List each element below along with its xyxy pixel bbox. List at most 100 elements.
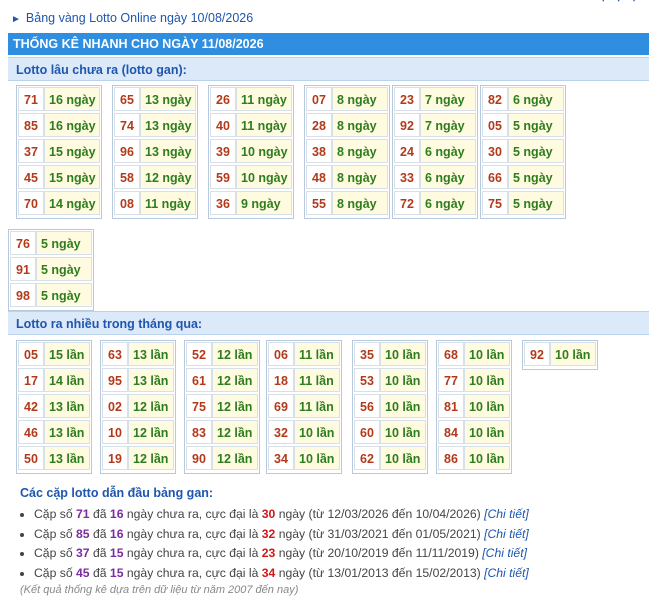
nhieu-number: 02 [102,394,128,418]
gan-number: 75 [482,191,508,215]
nhieu-count: 11 lần [294,394,340,418]
gan-number: 92 [394,113,420,137]
nhieu-number: 18 [268,368,294,392]
pair-days: 15 [109,546,124,560]
gan-number: 70 [18,191,44,215]
pair-mid: ngày chưa ra, cực đại là [123,507,262,521]
gan-count: 8 ngày [332,165,388,189]
gan-pairs-items: Cặp số 71 đã 16 ngày chưa ra, cực đại là… [20,505,650,583]
nhieu-count: 15 lần [44,342,90,366]
gan-number: 28 [306,113,332,137]
gan-number: 05 [482,113,508,137]
nhieu-count: 10 lần [380,394,426,418]
nhieu-number: 68 [438,342,464,366]
pair-number: 85 [76,526,90,541]
gan-number: 39 [210,139,236,163]
nhieu-count: 10 lần [380,446,426,470]
nhieu-count: 10 lần [550,342,596,366]
gan-count: 8 ngày [332,191,388,215]
gan-number: 23 [394,87,420,111]
gan-count: 14 ngày [44,191,100,215]
gan-count: 6 ngày [508,87,564,111]
pair-prefix: Cặp số [34,546,77,560]
gan-count: 6 ngày [420,191,476,215]
nhieu-count: 13 lần [44,446,90,470]
chi-tiet-link[interactable]: [Chi tiết] [484,527,529,541]
gan-section-title: Lotto lâu chưa ra (lotto gan): [8,57,649,81]
pair-to-word: đến [388,565,416,580]
gan-number: 37 [18,139,44,163]
gan-number: 40 [210,113,236,137]
gan-pairs-title: Các cặp lotto dẫn đầu bảng gan: [20,486,214,500]
nhieu-number: 61 [186,368,212,392]
pair-to-word: đến [388,546,416,560]
gan-column: 76 5 ngày 91 5 ngày 98 5 ngày [8,229,94,311]
nhieu-column: 68 10 lần 77 10 lần 81 10 lần 84 10 lần 86 10 lần [436,340,512,474]
top-nav-strip: ▾ ▾ ▾ [0,0,654,8]
gan-column: 23 7 ngày 92 7 ngày 24 6 ngày 33 6 ngày 72 6 ngày [392,85,478,219]
nhieu-count: 12 lần [128,420,174,444]
breadcrumb-link[interactable]: Bảng vàng Lotto Online ngày 10/08/2026 [26,11,253,25]
gan-number: 36 [210,191,236,215]
gan-number: 85 [18,113,44,137]
gan-count: 6 ngày [420,139,476,163]
gan-count: 5 ngày [508,139,564,163]
nhieu-number: 52 [186,342,212,366]
play-arrow-icon: ► [11,14,21,25]
chi-tiet-link[interactable]: [Chi tiết] [484,507,529,521]
pair-days: 16 [109,507,124,521]
pair-da: đã [89,565,110,580]
gan-pairs-list: Các cặp lotto dẫn đầu bảng gan: Cặp số 7… [20,486,650,583]
gan-number: 58 [114,165,140,189]
pair-to-word: đến [388,526,416,541]
pair-from-date: 20/10/2019 [327,546,389,560]
nhieu-count: 12 lần [212,394,258,418]
nhieu-number: 56 [354,394,380,418]
pair-mid: ngày chưa ra, cực đại là [123,546,262,560]
gan-count: 9 ngày [236,191,292,215]
gan-number: 82 [482,87,508,111]
pair-prefix: Cặp số [34,507,77,521]
nhieu-count: 13 lần [44,420,90,444]
nhieu-count: 12 lần [128,446,174,470]
gan-count: 12 ngày [140,165,196,189]
nhieu-column: 35 10 lần 53 10 lần 56 10 lần 60 10 lần 62 10 lần [352,340,428,474]
pair-da: đã [89,526,110,541]
chi-tiet-link[interactable]: [Chi tiết] [484,566,529,580]
nhieu-number: 06 [268,342,294,366]
nhieu-count: 10 lần [294,446,340,470]
top-nav-overflow[interactable]: ▾ ▾ ▾ [600,0,640,5]
nhieu-number: 77 [438,368,464,392]
gan-number: 74 [114,113,140,137]
nhieu-count: 10 lần [380,420,426,444]
pair-from-date: 12/03/2026 [327,507,389,521]
nhieu-number: 17 [18,368,44,392]
gan-column: 82 6 ngày 05 5 ngày 30 5 ngày 66 5 ngày 75 5 ngày [480,85,566,219]
footnote: (Kết quả thống kê dựa trên dữ liệu từ nă… [20,584,299,596]
chi-tiet-link[interactable]: [Chi tiết] [482,546,527,560]
pair-max: 23 [261,546,276,560]
nhieu-count: 11 lần [294,342,340,366]
pair-da: đã [89,546,110,560]
breadcrumb[interactable]: ► Bảng vàng Lotto Online ngày 10/08/2026 [11,11,253,25]
gan-number: 26 [210,87,236,111]
pair-to-date: 11/11/2019 [415,546,475,560]
gan-number: 98 [10,283,36,307]
gan-count: 11 ngày [236,113,292,137]
nhieu-number: 90 [186,446,212,470]
gan-count: 6 ngày [420,165,476,189]
nhieu-number: 46 [18,420,44,444]
pair-from-word: ngày (từ [275,546,328,560]
nhieu-number: 83 [186,420,212,444]
pair-prefix: Cặp số [34,526,77,541]
gan-column: 07 8 ngày 28 8 ngày 38 8 ngày 48 8 ngày 55 8 ngày [304,85,390,219]
nhieu-column: 52 12 lần 61 12 lần 75 12 lần 83 12 lần 90 12 lần [184,340,260,474]
gan-pair-item: Cặp số 37 đã 15 ngày chưa ra, cực đại là… [34,544,650,564]
pair-close: ) [476,526,485,541]
nhieu-count: 12 lần [212,446,258,470]
nhieu-column: 05 15 lần 17 14 lần 42 13 lần 46 13 lần 50 13 lần [16,340,92,474]
gan-number: 72 [394,191,420,215]
nhieu-section-title: Lotto ra nhiều trong tháng qua: [8,311,649,335]
gan-number: 33 [394,165,420,189]
nhieu-count: 10 lần [464,368,510,392]
